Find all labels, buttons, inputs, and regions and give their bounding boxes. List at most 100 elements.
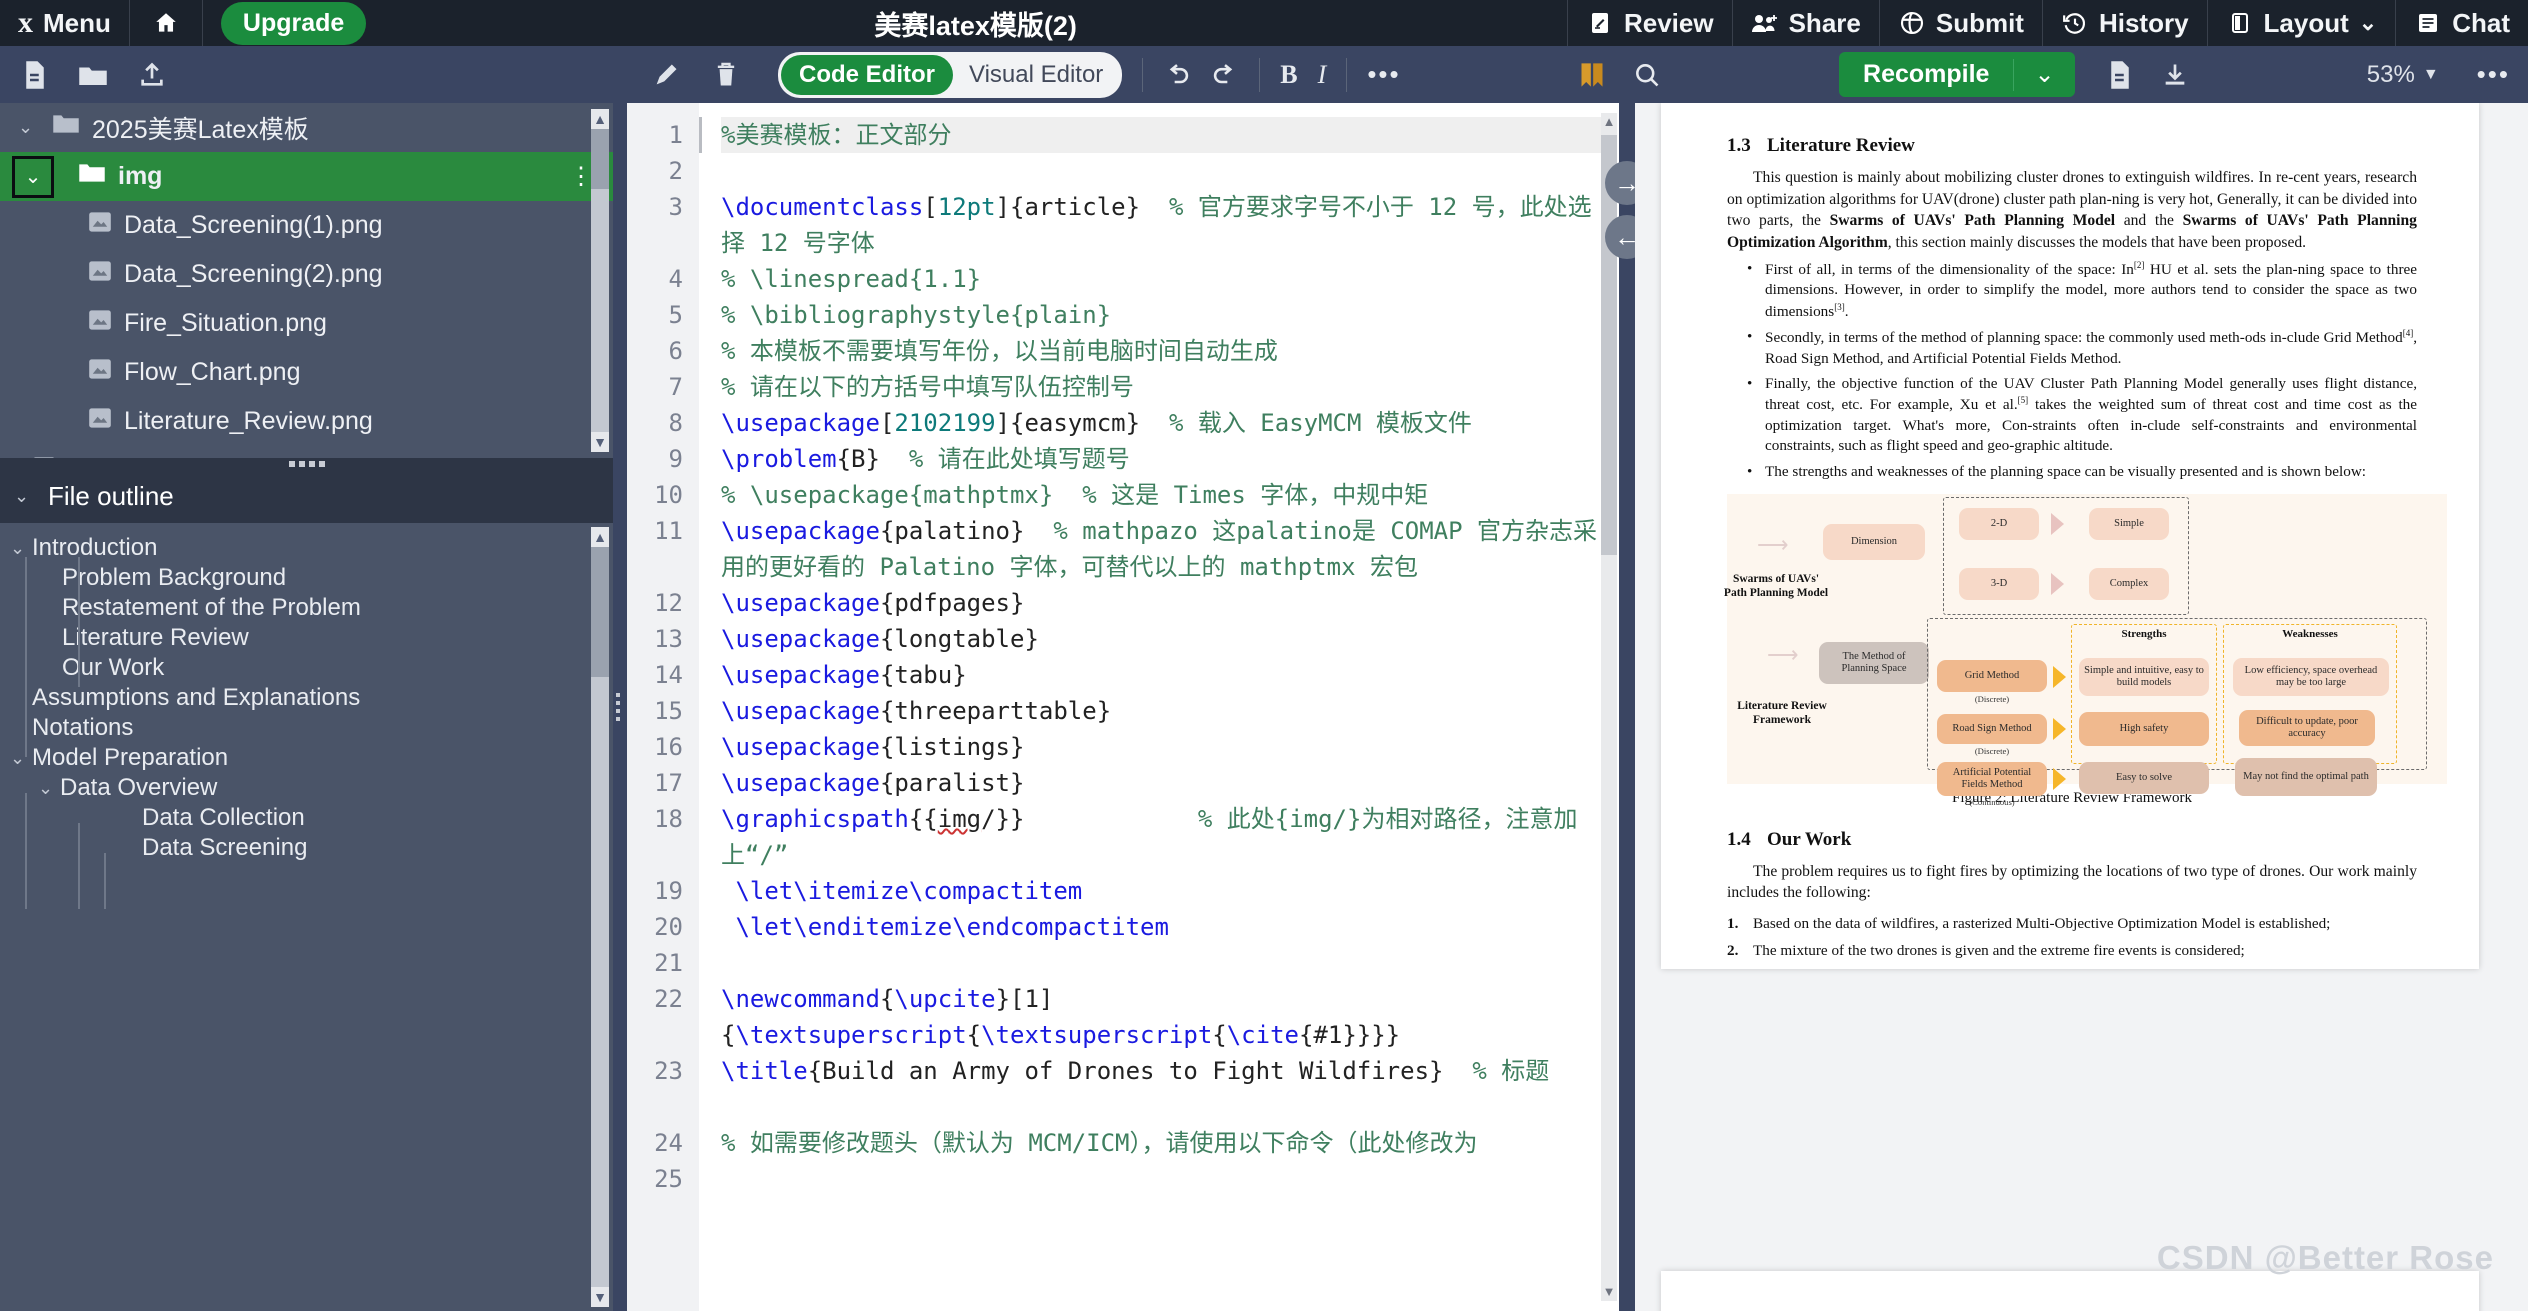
chevron-down-icon[interactable]: ⌄ xyxy=(12,155,54,198)
chevron-down-icon[interactable]: ⌄ xyxy=(38,778,60,799)
trash-icon[interactable] xyxy=(714,61,738,89)
section-number: 1.4 xyxy=(1727,828,1751,850)
code-editor-pane[interactable]: 1 2 3 4 5 6 7 8 9 10 11 12 13 14 15 16 17 18 19 20 21 22 23 24 2… xyxy=(627,103,1619,1311)
code-line[interactable]: \let\enditemize\endcompactitem xyxy=(721,909,1611,945)
file-tree-item[interactable]: Flow_Chart.png xyxy=(0,348,613,397)
pdf-file-icon[interactable] xyxy=(2107,60,2133,90)
undo-icon[interactable] xyxy=(1163,61,1191,89)
outline-item-assumptions[interactable]: Assumptions and Explanations xyxy=(0,683,613,713)
pdf-overflow-button[interactable]: ••• xyxy=(2477,59,2510,90)
code-line[interactable]: \documentclass[12pt]{article} % 官方要求字号不小… xyxy=(721,189,1611,261)
code-line[interactable]: % \linespread{1.1} xyxy=(721,261,1611,297)
outline-item-restatement[interactable]: Restatement of the Problem xyxy=(0,593,613,623)
code-line[interactable] xyxy=(721,1089,1611,1125)
file-tree-item[interactable]: Fire_Situation.png xyxy=(0,299,613,348)
code-line[interactable]: \usepackage{paralist} xyxy=(721,765,1611,801)
search-icon[interactable] xyxy=(1633,61,1661,89)
code-line[interactable]: \usepackage[2102199]{easymcm} % 载入 EasyM… xyxy=(721,405,1611,441)
code-line[interactable]: %美赛模板：正文部分 xyxy=(721,117,1611,153)
tab-visual-editor[interactable]: Visual Editor xyxy=(953,55,1119,95)
outline-item-our-work[interactable]: Our Work xyxy=(0,653,613,683)
code-line[interactable]: \usepackage{palatino} % mathpazo 这palati… xyxy=(721,513,1611,585)
code-line[interactable]: \graphicspath{{img/}} % 此处{img/}为相对路径，注意… xyxy=(721,801,1611,873)
outline-item-problem-background[interactable]: Problem Background xyxy=(0,563,613,593)
outline-item-introduction[interactable]: ⌄ Introduction xyxy=(0,533,613,563)
chevron-down-icon[interactable]: ⌄ xyxy=(14,486,36,507)
outline-item-data-screening[interactable]: Data Screening xyxy=(0,833,613,863)
recompile-options-button[interactable]: ⌄ xyxy=(2014,52,2074,97)
scroll-up-arrow-icon[interactable]: ▲ xyxy=(1601,113,1617,131)
code-line[interactable]: \title{Build an Army of Drones to Fight … xyxy=(721,1053,1611,1089)
more-formatting-button[interactable]: ••• xyxy=(1367,59,1400,90)
outline-item-data-collection[interactable]: Data Collection xyxy=(0,803,613,833)
history-button[interactable]: History xyxy=(2043,0,2207,46)
bold-button[interactable]: B xyxy=(1280,60,1297,90)
code-line[interactable]: \problem{B} % 请在此处填写题号 xyxy=(721,441,1611,477)
download-icon[interactable] xyxy=(2161,61,2189,89)
code-line[interactable] xyxy=(721,945,1611,981)
file-tree-item[interactable]: 2102199.pdf xyxy=(0,446,613,458)
code-line[interactable]: \usepackage{listings} xyxy=(721,729,1611,765)
outline-item-notations[interactable]: Notations xyxy=(0,713,613,743)
code-content[interactable]: %美赛模板：正文部分 \documentclass[12pt]{article}… xyxy=(699,103,1619,1311)
submit-button[interactable]: Submit xyxy=(1880,0,2042,46)
pdf-preview-pane[interactable]: 1.3 Literature Review This question is ma… xyxy=(1635,103,2528,1311)
scroll-down-arrow-icon[interactable]: ▼ xyxy=(591,432,609,452)
file-tree-scrollbar[interactable]: ▲ ▼ xyxy=(591,109,609,452)
code-line[interactable]: % \bibliographystyle{plain} xyxy=(721,297,1611,333)
file-tree-item[interactable]: Literature_Review.png xyxy=(0,397,613,446)
outline-scrollbar[interactable]: ▲ ▼ xyxy=(591,527,609,1307)
file-outline-header[interactable]: ⌄ File outline xyxy=(0,469,613,523)
zoom-level-control[interactable]: 53% ▼ xyxy=(2367,61,2439,89)
scroll-down-arrow-icon[interactable]: ▼ xyxy=(591,1287,609,1307)
chevron-down-icon[interactable]: ⌄ xyxy=(10,748,32,769)
chat-button[interactable]: Chat xyxy=(2396,0,2528,46)
chevron-down-icon[interactable]: ⌄ xyxy=(18,117,40,138)
menu-button[interactable]: x Menu xyxy=(0,0,129,46)
code-line[interactable] xyxy=(721,153,1611,189)
recompile-button[interactable]: Recompile xyxy=(1839,52,2013,97)
editor-scrollbar[interactable]: ▲ ▼ xyxy=(1601,113,1617,1301)
upload-icon[interactable] xyxy=(138,61,166,89)
code-line[interactable]: \newcommand{\upcite}[1] {\textsuperscrip… xyxy=(721,981,1611,1053)
pane-divider[interactable]: → ← xyxy=(1605,103,1649,1311)
scrollbar-thumb[interactable] xyxy=(591,129,609,189)
editor-mode-toggle[interactable]: Code Editor Visual Editor xyxy=(778,51,1123,98)
chevron-down-icon[interactable]: ⌄ xyxy=(10,538,32,559)
scroll-down-arrow-icon[interactable]: ▼ xyxy=(1601,1283,1617,1301)
sidebar-resize-handle[interactable] xyxy=(0,458,613,469)
outline-item-literature-review[interactable]: Literature Review xyxy=(0,623,613,653)
home-button[interactable] xyxy=(130,0,202,46)
code-line[interactable]: \let\itemize\compactitem xyxy=(721,873,1611,909)
file-tree-folder-img[interactable]: ⌄ img ⋮ xyxy=(0,152,613,201)
file-tree-item[interactable]: Data_Screening(2).png xyxy=(0,250,613,299)
bookmark-icon[interactable] xyxy=(1579,61,1605,89)
code-line[interactable]: \usepackage{longtable} xyxy=(721,621,1611,657)
code-line[interactable]: \usepackage{tabu} xyxy=(721,657,1611,693)
scroll-up-arrow-icon[interactable]: ▲ xyxy=(591,109,609,129)
editor-left-resize-handle[interactable] xyxy=(613,103,627,1311)
file-tree-item[interactable]: Data_Screening(1).png xyxy=(0,201,613,250)
file-tree-root[interactable]: ⌄ 2025美赛Latex模板 xyxy=(0,103,613,152)
upgrade-button[interactable]: Upgrade xyxy=(220,1,367,45)
share-button[interactable]: Share xyxy=(1733,0,1879,46)
review-button[interactable]: Review xyxy=(1568,0,1732,46)
tab-code-editor[interactable]: Code Editor xyxy=(781,54,953,95)
outline-item-model-preparation[interactable]: ⌄ Model Preparation xyxy=(0,743,613,773)
scroll-up-arrow-icon[interactable]: ▲ xyxy=(591,527,609,547)
code-line[interactable]: \usepackage{pdfpages} xyxy=(721,585,1611,621)
code-line[interactable]: \usepackage{threeparttable} xyxy=(721,693,1611,729)
code-line[interactable]: % 请在以下的方括号中填写队伍控制号 xyxy=(721,369,1611,405)
code-line[interactable]: % 如需要修改题头（默认为 MCM/ICM），请使用以下命令（此处修改为 xyxy=(721,1125,1611,1161)
new-folder-icon[interactable] xyxy=(78,62,108,88)
redo-icon[interactable] xyxy=(1211,61,1239,89)
folder-menu-kebab-icon[interactable]: ⋮ xyxy=(569,164,593,188)
italic-button[interactable]: I xyxy=(1318,60,1327,90)
scrollbar-thumb[interactable] xyxy=(591,547,609,677)
layout-button[interactable]: Layout ⌄ xyxy=(2208,0,2396,46)
pencil-icon[interactable] xyxy=(652,61,680,89)
outline-item-data-overview[interactable]: ⌄ Data Overview xyxy=(0,773,613,803)
new-file-icon[interactable] xyxy=(22,60,48,90)
code-line[interactable]: % 本模板不需要填写年份，以当前电脑时间自动生成 xyxy=(721,333,1611,369)
code-line[interactable]: % \usepackage{mathptmx} % 这是 Times 字体，中规… xyxy=(721,477,1611,513)
